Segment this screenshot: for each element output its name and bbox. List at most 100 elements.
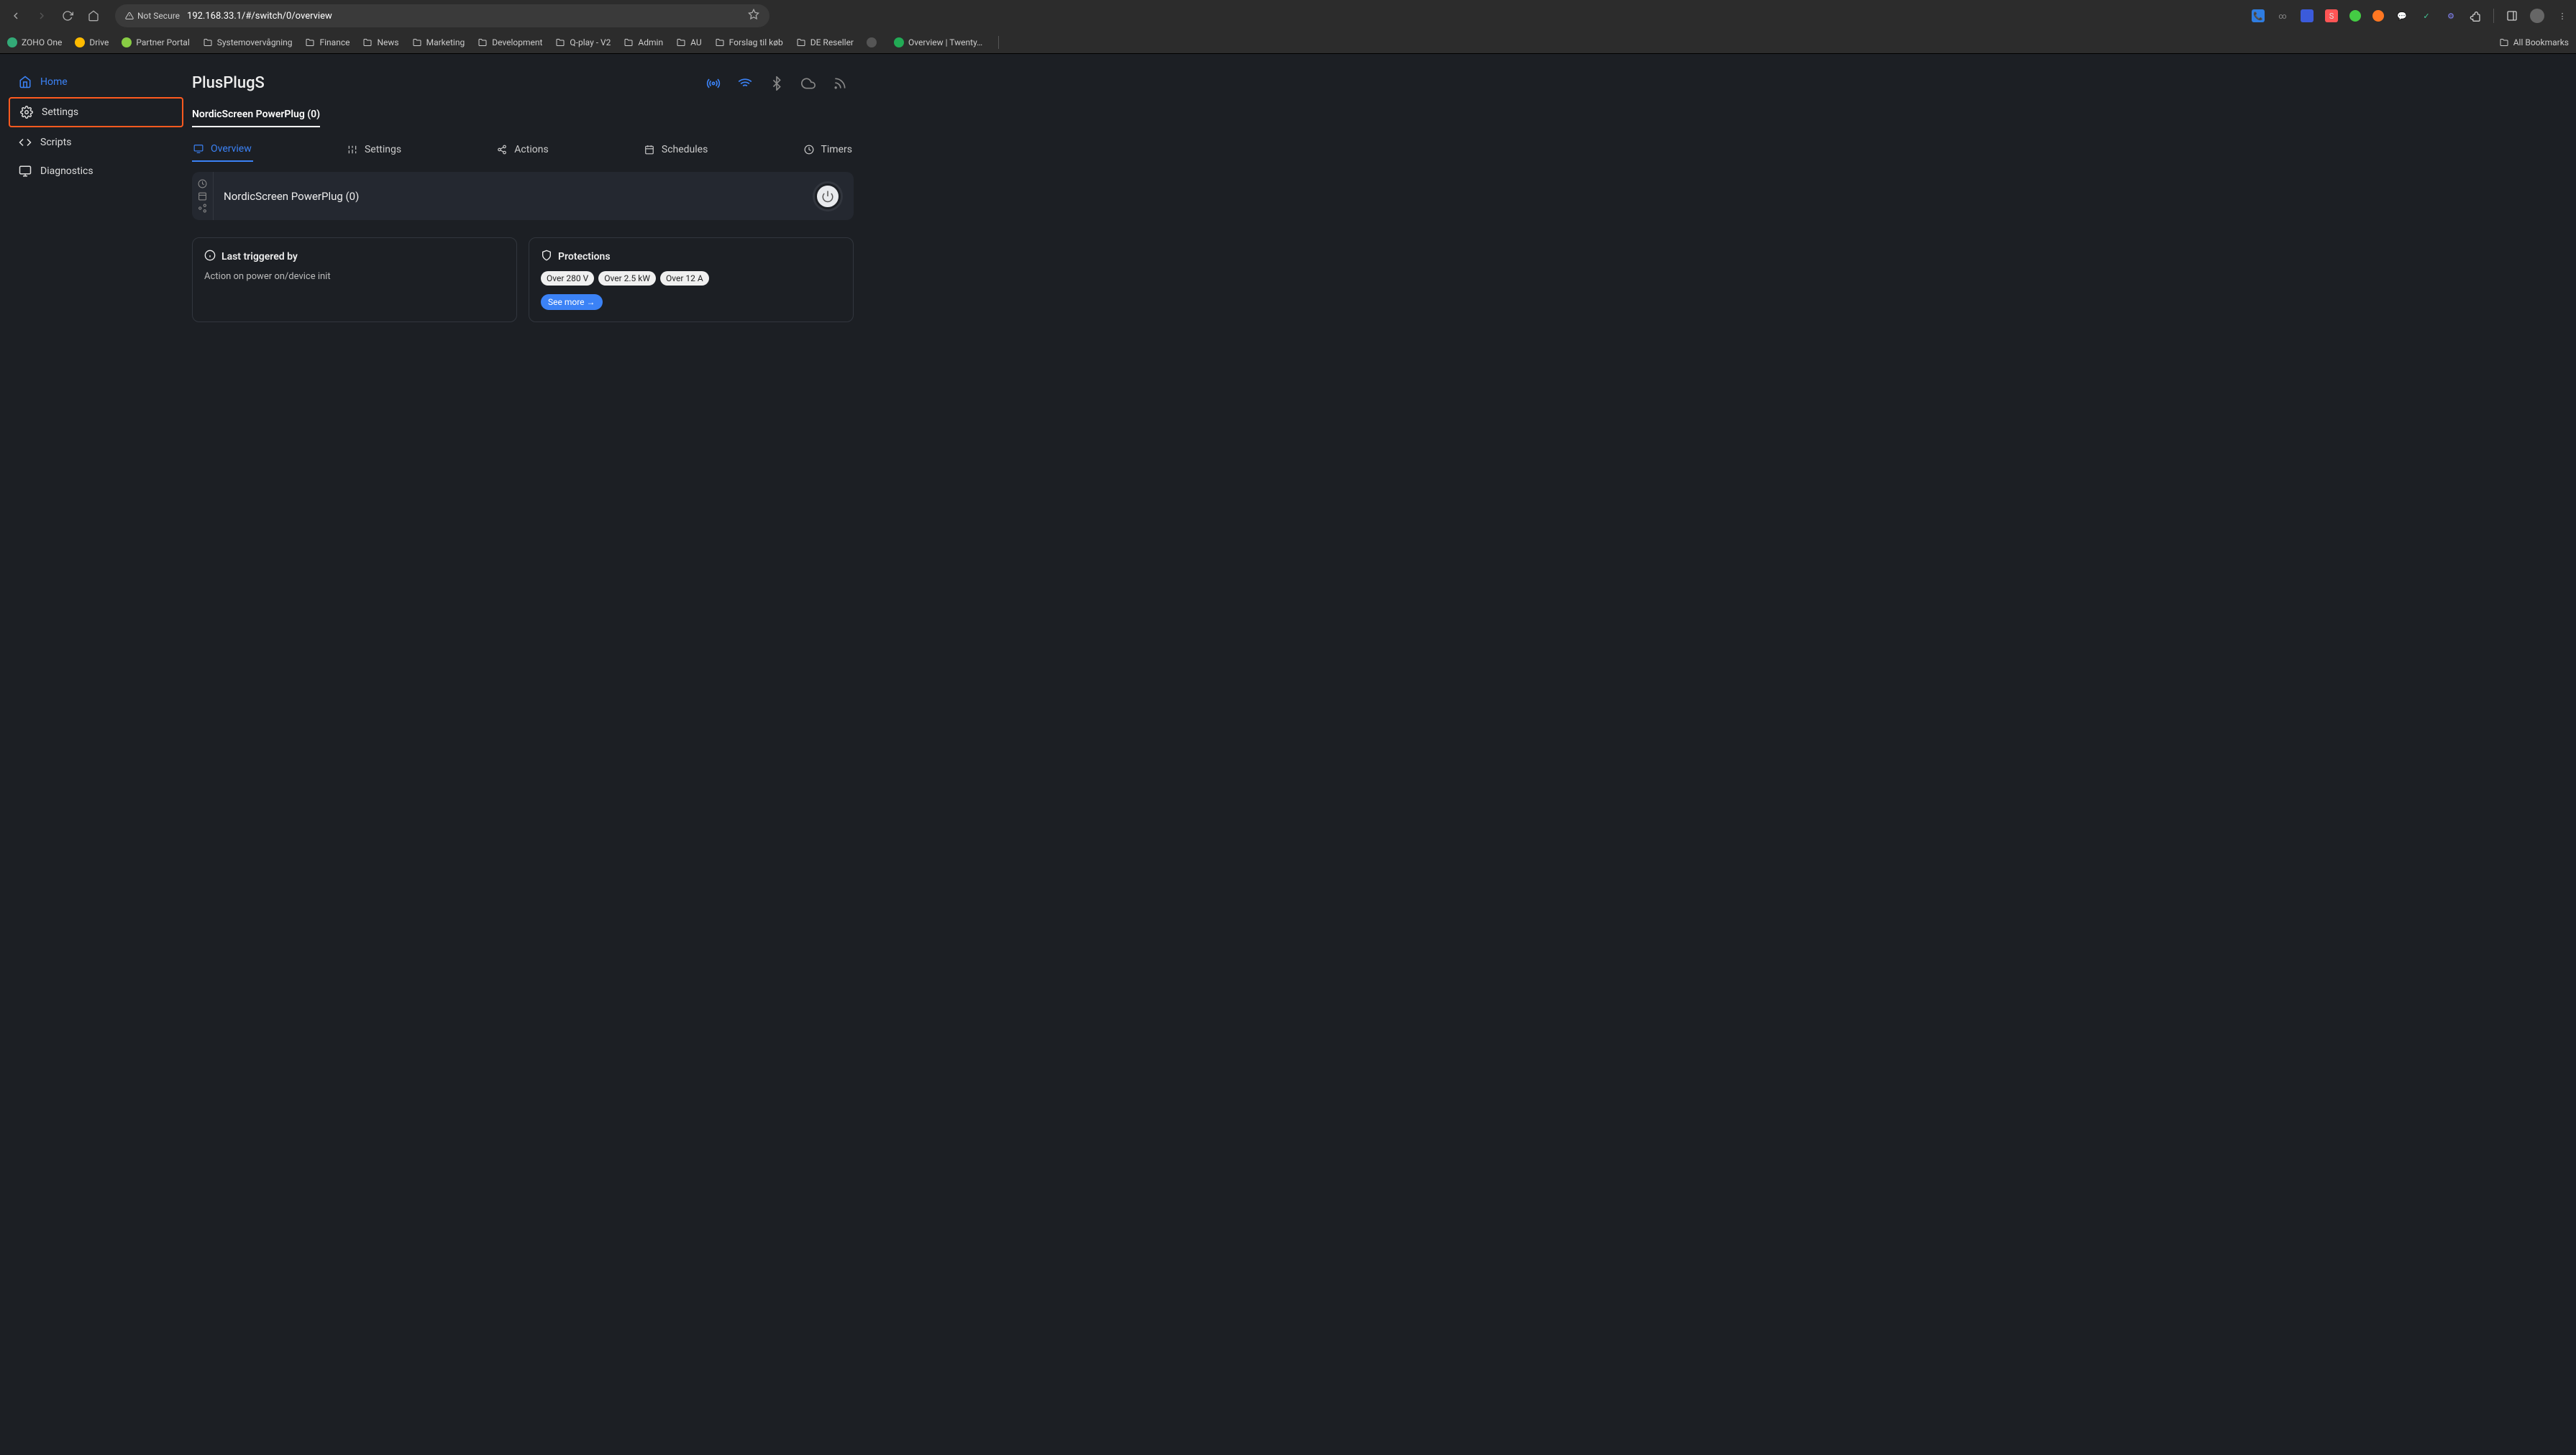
menu-dots-icon[interactable]: ⋮ bbox=[2556, 9, 2569, 22]
sidebar-item-diagnostics[interactable]: Diagnostics bbox=[9, 158, 183, 185]
home-icon bbox=[19, 76, 32, 88]
bookmark-star-icon[interactable] bbox=[748, 9, 759, 23]
ext-blue-icon[interactable] bbox=[2301, 9, 2314, 22]
panel-icon[interactable] bbox=[2506, 9, 2518, 22]
page-title: PlusPlugS bbox=[192, 74, 265, 92]
bookmark-item[interactable]: AU bbox=[676, 37, 702, 47]
all-bookmarks[interactable]: All Bookmarks bbox=[2499, 37, 2569, 47]
all-bookmarks-label: All Bookmarks bbox=[2513, 37, 2569, 47]
folder-icon bbox=[555, 38, 565, 47]
sidebar-item-home[interactable]: Home bbox=[9, 68, 183, 96]
bookmark-item[interactable]: Marketing bbox=[412, 37, 465, 47]
tab-label: Settings bbox=[365, 144, 401, 155]
folder-icon bbox=[796, 38, 806, 47]
folder-icon bbox=[203, 38, 213, 47]
ext-check-icon[interactable]: ✓ bbox=[2420, 9, 2433, 22]
profile-avatar[interactable] bbox=[2530, 9, 2544, 23]
shield-icon bbox=[541, 250, 552, 264]
calendar-icon[interactable] bbox=[198, 191, 207, 201]
tab-timers[interactable]: Timers bbox=[803, 137, 854, 162]
tab-settings[interactable]: Settings bbox=[346, 137, 403, 162]
bookmark-label: Finance bbox=[319, 37, 350, 47]
bookmark-label: DE Reseller bbox=[810, 37, 854, 47]
bookmark-item[interactable]: DE Reseller bbox=[796, 37, 854, 47]
info-cards-row: Last triggered by Action on power on/dev… bbox=[192, 237, 854, 322]
code-icon bbox=[19, 136, 32, 149]
bookmark-label: News bbox=[377, 37, 398, 47]
sidebar-item-scripts[interactable]: Scripts bbox=[9, 129, 183, 156]
tabs: Overview Settings Actions Schedules Time… bbox=[192, 137, 854, 162]
clock-icon bbox=[804, 144, 816, 155]
broadcast-icon[interactable] bbox=[705, 76, 721, 91]
device-name: NordicScreen PowerPlug (0) bbox=[214, 172, 802, 220]
breadcrumb[interactable]: NordicScreen PowerPlug (0) bbox=[192, 109, 320, 127]
bookmark-label: Q-play - V2 bbox=[570, 37, 611, 47]
ext-chat-icon[interactable]: 💬 bbox=[2395, 9, 2408, 22]
sidebar-item-settings[interactable]: Settings bbox=[9, 97, 183, 127]
tab-actions[interactable]: Actions bbox=[495, 137, 549, 162]
bookmark-item[interactable]: ZOHO One bbox=[7, 37, 62, 47]
favicon-icon bbox=[894, 37, 904, 47]
bookmark-item[interactable] bbox=[867, 37, 881, 47]
bookmark-item[interactable]: Development bbox=[478, 37, 542, 47]
bookmark-item[interactable]: Drive bbox=[75, 37, 109, 47]
tab-overview[interactable]: Overview bbox=[192, 137, 253, 162]
bookmark-label: Overview | Twenty… bbox=[908, 37, 982, 47]
ext-link-icon[interactable]: ∞ bbox=[2276, 9, 2289, 22]
not-secure-label: Not Secure bbox=[137, 11, 180, 21]
status-icons bbox=[705, 76, 848, 91]
bookmark-item[interactable]: News bbox=[362, 37, 398, 47]
sidebar-label: Scripts bbox=[40, 137, 71, 148]
sidebar-label: Settings bbox=[42, 106, 78, 118]
ext-gear-icon[interactable]: ⚙ bbox=[2444, 9, 2457, 22]
folder-icon bbox=[362, 38, 373, 47]
ext-green-icon[interactable] bbox=[2349, 10, 2361, 22]
bookmark-label: Admin bbox=[638, 37, 663, 47]
divider bbox=[2493, 9, 2494, 23]
see-more-button[interactable]: See more → bbox=[541, 294, 603, 310]
bookmark-item[interactable]: Partner Portal bbox=[122, 37, 189, 47]
bookmark-item[interactable]: Overview | Twenty… bbox=[894, 37, 982, 47]
folder-icon bbox=[412, 38, 422, 47]
home-button[interactable] bbox=[85, 7, 102, 24]
ext-orange-icon[interactable] bbox=[2372, 10, 2384, 22]
tab-schedules[interactable]: Schedules bbox=[643, 137, 709, 162]
bookmark-item[interactable]: Q-play - V2 bbox=[555, 37, 611, 47]
bookmark-item[interactable]: Admin bbox=[624, 37, 663, 47]
bookmarks-bar: ZOHO One Drive Partner Portal Systemovervåg… bbox=[0, 32, 2576, 53]
header-bar: PlusPlugS bbox=[192, 54, 854, 106]
bookmark-item[interactable]: Finance bbox=[305, 37, 350, 47]
device-side-icons bbox=[192, 172, 214, 220]
bluetooth-icon[interactable] bbox=[769, 76, 785, 91]
monitor-icon bbox=[19, 165, 32, 178]
pill-power: Over 2.5 kW bbox=[598, 271, 656, 286]
tab-label: Timers bbox=[821, 144, 852, 155]
ext-red-icon[interactable]: S bbox=[2325, 9, 2338, 22]
browser-chrome: Not Secure 192.168.33.1/#/switch/0/overv… bbox=[0, 0, 2576, 54]
clock-icon[interactable] bbox=[198, 179, 207, 188]
card-title: Last triggered by bbox=[221, 251, 298, 263]
bookmark-item[interactable]: Forslag til køb bbox=[715, 37, 783, 47]
bookmark-item[interactable]: Systemovervågning bbox=[203, 37, 293, 47]
monitor-icon bbox=[193, 143, 205, 155]
power-button[interactable] bbox=[815, 183, 841, 209]
back-button[interactable] bbox=[7, 7, 24, 24]
forward-button[interactable] bbox=[33, 7, 50, 24]
rss-icon[interactable] bbox=[832, 76, 848, 91]
extensions-puzzle-icon[interactable] bbox=[2469, 9, 2482, 22]
share-icon[interactable] bbox=[198, 204, 207, 213]
bookmark-label: Systemovervågning bbox=[217, 37, 293, 47]
ext-phone-icon[interactable]: 📞 bbox=[2252, 9, 2265, 22]
url-text: 192.168.33.1/#/switch/0/overview bbox=[187, 11, 332, 22]
cloud-icon[interactable] bbox=[800, 76, 816, 91]
bookmark-label: Forslag til køb bbox=[729, 37, 783, 47]
folder-icon bbox=[715, 38, 725, 47]
url-bar[interactable]: Not Secure 192.168.33.1/#/switch/0/overv… bbox=[115, 4, 769, 27]
bookmark-label: Drive bbox=[89, 37, 109, 47]
reload-button[interactable] bbox=[59, 7, 76, 24]
sidebar-label: Home bbox=[40, 76, 68, 88]
wifi-icon[interactable] bbox=[737, 76, 753, 91]
card-title: Protections bbox=[558, 251, 611, 263]
pill-voltage: Over 280 V bbox=[541, 271, 594, 286]
share-icon bbox=[497, 144, 508, 155]
